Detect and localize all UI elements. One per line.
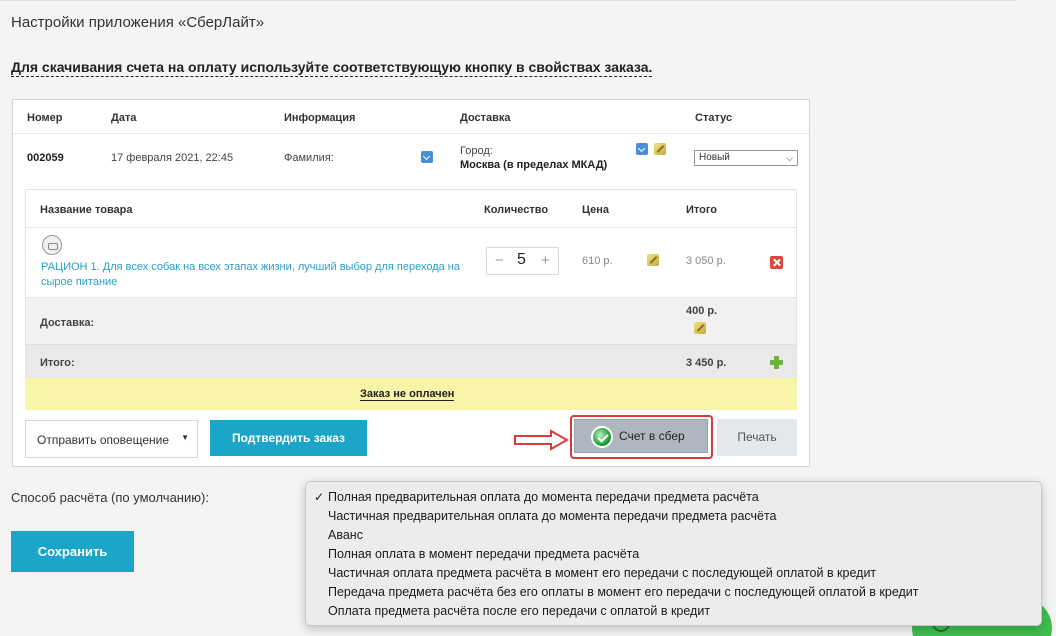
save-button[interactable]: Сохранить [11, 531, 134, 572]
chevron-down-icon: ⌵ [786, 153, 793, 163]
payment-method-dropdown[interactable]: ✓ Полная предварительная оплата до момент… [305, 481, 1042, 626]
expand-icon[interactable] [636, 143, 648, 155]
total-label: Итого: [40, 357, 75, 369]
payment-option[interactable]: Частичная предварительная оплата до моме… [306, 507, 1041, 526]
status-select[interactable]: Новый ⌵ [694, 150, 798, 166]
payment-option[interactable]: Частичная оплата предмета расчёта в моме… [306, 564, 1041, 583]
option-label: Передача предмета расчёта без его оплаты… [328, 585, 919, 599]
confirm-order-button[interactable]: Подтвердить заказ [210, 420, 367, 456]
expand-icon[interactable] [421, 151, 433, 163]
arrow-right-icon [514, 429, 569, 451]
option-label: Оплата предмета расчёта после его переда… [328, 604, 711, 618]
header-status: Статус [695, 112, 733, 124]
payment-status[interactable]: Заказ не оплачен [360, 388, 455, 401]
delivery-row: Доставка: 400 р. [26, 297, 796, 344]
info-label: Фамилия: [284, 152, 334, 164]
delete-icon[interactable] [770, 256, 783, 269]
delivery-label: Доставка: [40, 317, 95, 329]
plus-icon[interactable]: + [541, 252, 550, 269]
add-icon[interactable] [770, 356, 783, 369]
total-row: Итого: 3 450 р. [26, 344, 796, 379]
items-header-divider [26, 227, 796, 228]
order-panel: Номер Дата Информация Доставка Статус 00… [12, 99, 810, 467]
option-label: Аванс [328, 528, 363, 542]
notify-dropdown[interactable]: Отправить оповещение ▼ [25, 420, 198, 458]
notify-label: Отправить оповещение [37, 433, 170, 447]
edit-icon[interactable] [647, 254, 659, 266]
print-button[interactable]: Печать [717, 419, 797, 456]
payment-option[interactable]: ✓ Полная предварительная оплата до момент… [306, 488, 1041, 507]
check-icon: ✓ [314, 490, 325, 504]
item-price: 610 р. [582, 255, 613, 267]
payment-method-label: Способ расчёта (по умолчанию): [11, 490, 209, 505]
caret-down-icon: ▼ [181, 433, 189, 442]
header-date: Дата [111, 112, 137, 124]
header-delivery: Доставка [460, 112, 511, 124]
city-value: Москва (в пределах МКАД) [460, 159, 608, 171]
order-number[interactable]: 002059 [27, 152, 64, 164]
product-thumb-icon [42, 235, 62, 255]
items-table: Название товара Количество Цена Итого РА… [25, 189, 797, 393]
payment-option[interactable]: Оплата предмета расчёта после его переда… [306, 602, 1041, 621]
delivery-value: 400 р. [686, 305, 718, 317]
status-value: Новый [699, 152, 730, 163]
payment-option[interactable]: Передача предмета расчёта без его оплаты… [306, 583, 1041, 602]
top-divider [0, 0, 1016, 1]
item-total: 3 050 р. [686, 255, 726, 267]
header-product: Название товара [40, 204, 133, 216]
option-label: Полная предварительная оплата до момента… [328, 490, 759, 504]
header-divider [13, 133, 809, 134]
order-date: 17 февраля 2021, 22:45 [111, 152, 234, 164]
header-qty: Количество [484, 204, 549, 216]
city-label: Город: [460, 145, 493, 157]
header-total: Итого [686, 204, 718, 216]
quantity-value[interactable]: 5 [517, 251, 526, 269]
minus-icon[interactable]: − [495, 252, 504, 269]
header-price: Цена [582, 204, 610, 216]
quantity-stepper[interactable]: − 5 + [486, 247, 559, 275]
payment-status-bar: Заказ не оплачен [25, 378, 797, 410]
option-label: Полная оплата в момент передачи предмета… [328, 547, 640, 561]
option-label: Частичная предварительная оплата до моме… [328, 509, 777, 523]
sber-invoice-button[interactable]: Счет в сбер [574, 419, 708, 453]
total-value: 3 450 р. [686, 357, 727, 369]
sber-logo-icon [591, 426, 613, 448]
product-link[interactable]: РАЦИОН 1. Для всех собак на всех этапах … [41, 260, 461, 290]
payment-option[interactable]: Полная оплата в момент передачи предмета… [306, 545, 1041, 564]
edit-icon[interactable] [694, 322, 706, 334]
invoice-notice: Для скачивания счета на оплату используй… [11, 59, 653, 77]
edit-icon[interactable] [654, 143, 666, 155]
header-info: Информация [284, 112, 356, 124]
header-number: Номер [27, 112, 63, 124]
payment-option[interactable]: Аванс [306, 526, 1041, 545]
page-title: Настройки приложения «СберЛайт» [11, 14, 265, 31]
option-label: Частичная оплата предмета расчёта в моме… [328, 566, 877, 580]
sber-button-label: Счет в сбер [619, 429, 685, 443]
